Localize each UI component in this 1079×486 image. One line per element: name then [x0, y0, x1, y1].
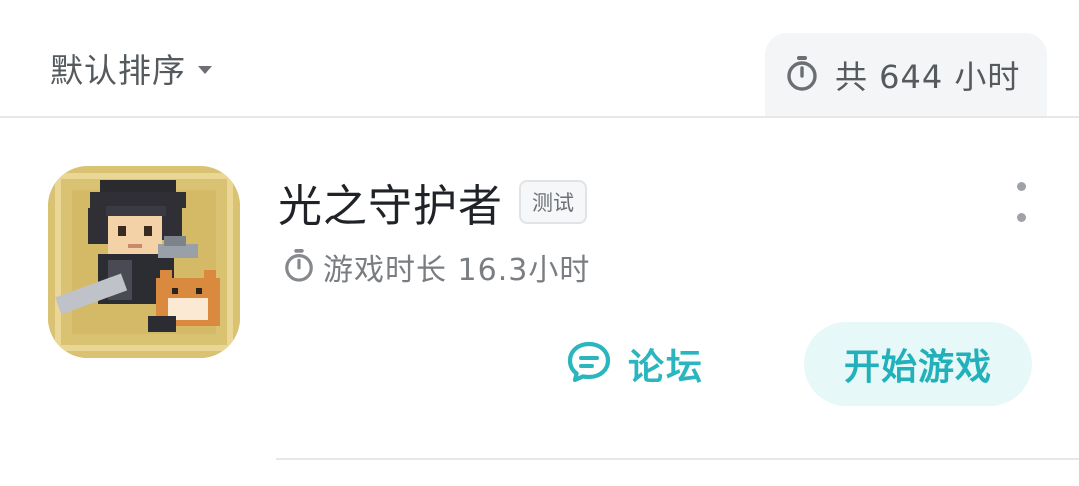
stopwatch-icon: [785, 54, 819, 96]
sort-dropdown[interactable]: 默认排序: [50, 44, 212, 92]
start-game-label: 开始游戏: [843, 347, 992, 388]
total-playtime-chip: 共 644 小时: [765, 33, 1047, 117]
more-vertical-icon[interactable]: [1004, 182, 1038, 222]
more-dot: [1016, 213, 1026, 222]
forum-button[interactable]: 论坛: [566, 334, 704, 394]
caret-down-icon: [198, 66, 212, 74]
library-header: 默认排序 共 644 小时: [0, 0, 1079, 117]
game-title[interactable]: 光之守护者: [278, 170, 503, 234]
game-icon[interactable]: [48, 166, 240, 358]
total-playtime-text: 共 644 小时: [835, 58, 1021, 96]
stopwatch-icon: [283, 247, 315, 287]
playtime-text: 游戏时长 16.3小时: [323, 253, 591, 288]
start-game-button[interactable]: 开始游戏: [804, 322, 1032, 406]
sort-label: 默认排序: [50, 51, 186, 90]
chat-bubble-icon: [566, 340, 612, 388]
game-card[interactable]: 光之守护者 测试 游戏时长 16.3小时 论坛 开始游戏: [0, 118, 1079, 460]
test-badge: 测试: [519, 180, 587, 224]
playtime-row: 游戏时长 16.3小时: [283, 246, 590, 288]
game-library-page: 默认排序 共 644 小时 光之守护者 测试 游戏时长 16.3小时 论坛 开始…: [0, 0, 1079, 486]
game-title-row: 光之守护者 测试: [278, 172, 587, 232]
forum-label: 论坛: [628, 347, 705, 388]
more-dot: [1016, 182, 1026, 191]
card-divider: [276, 458, 1079, 460]
